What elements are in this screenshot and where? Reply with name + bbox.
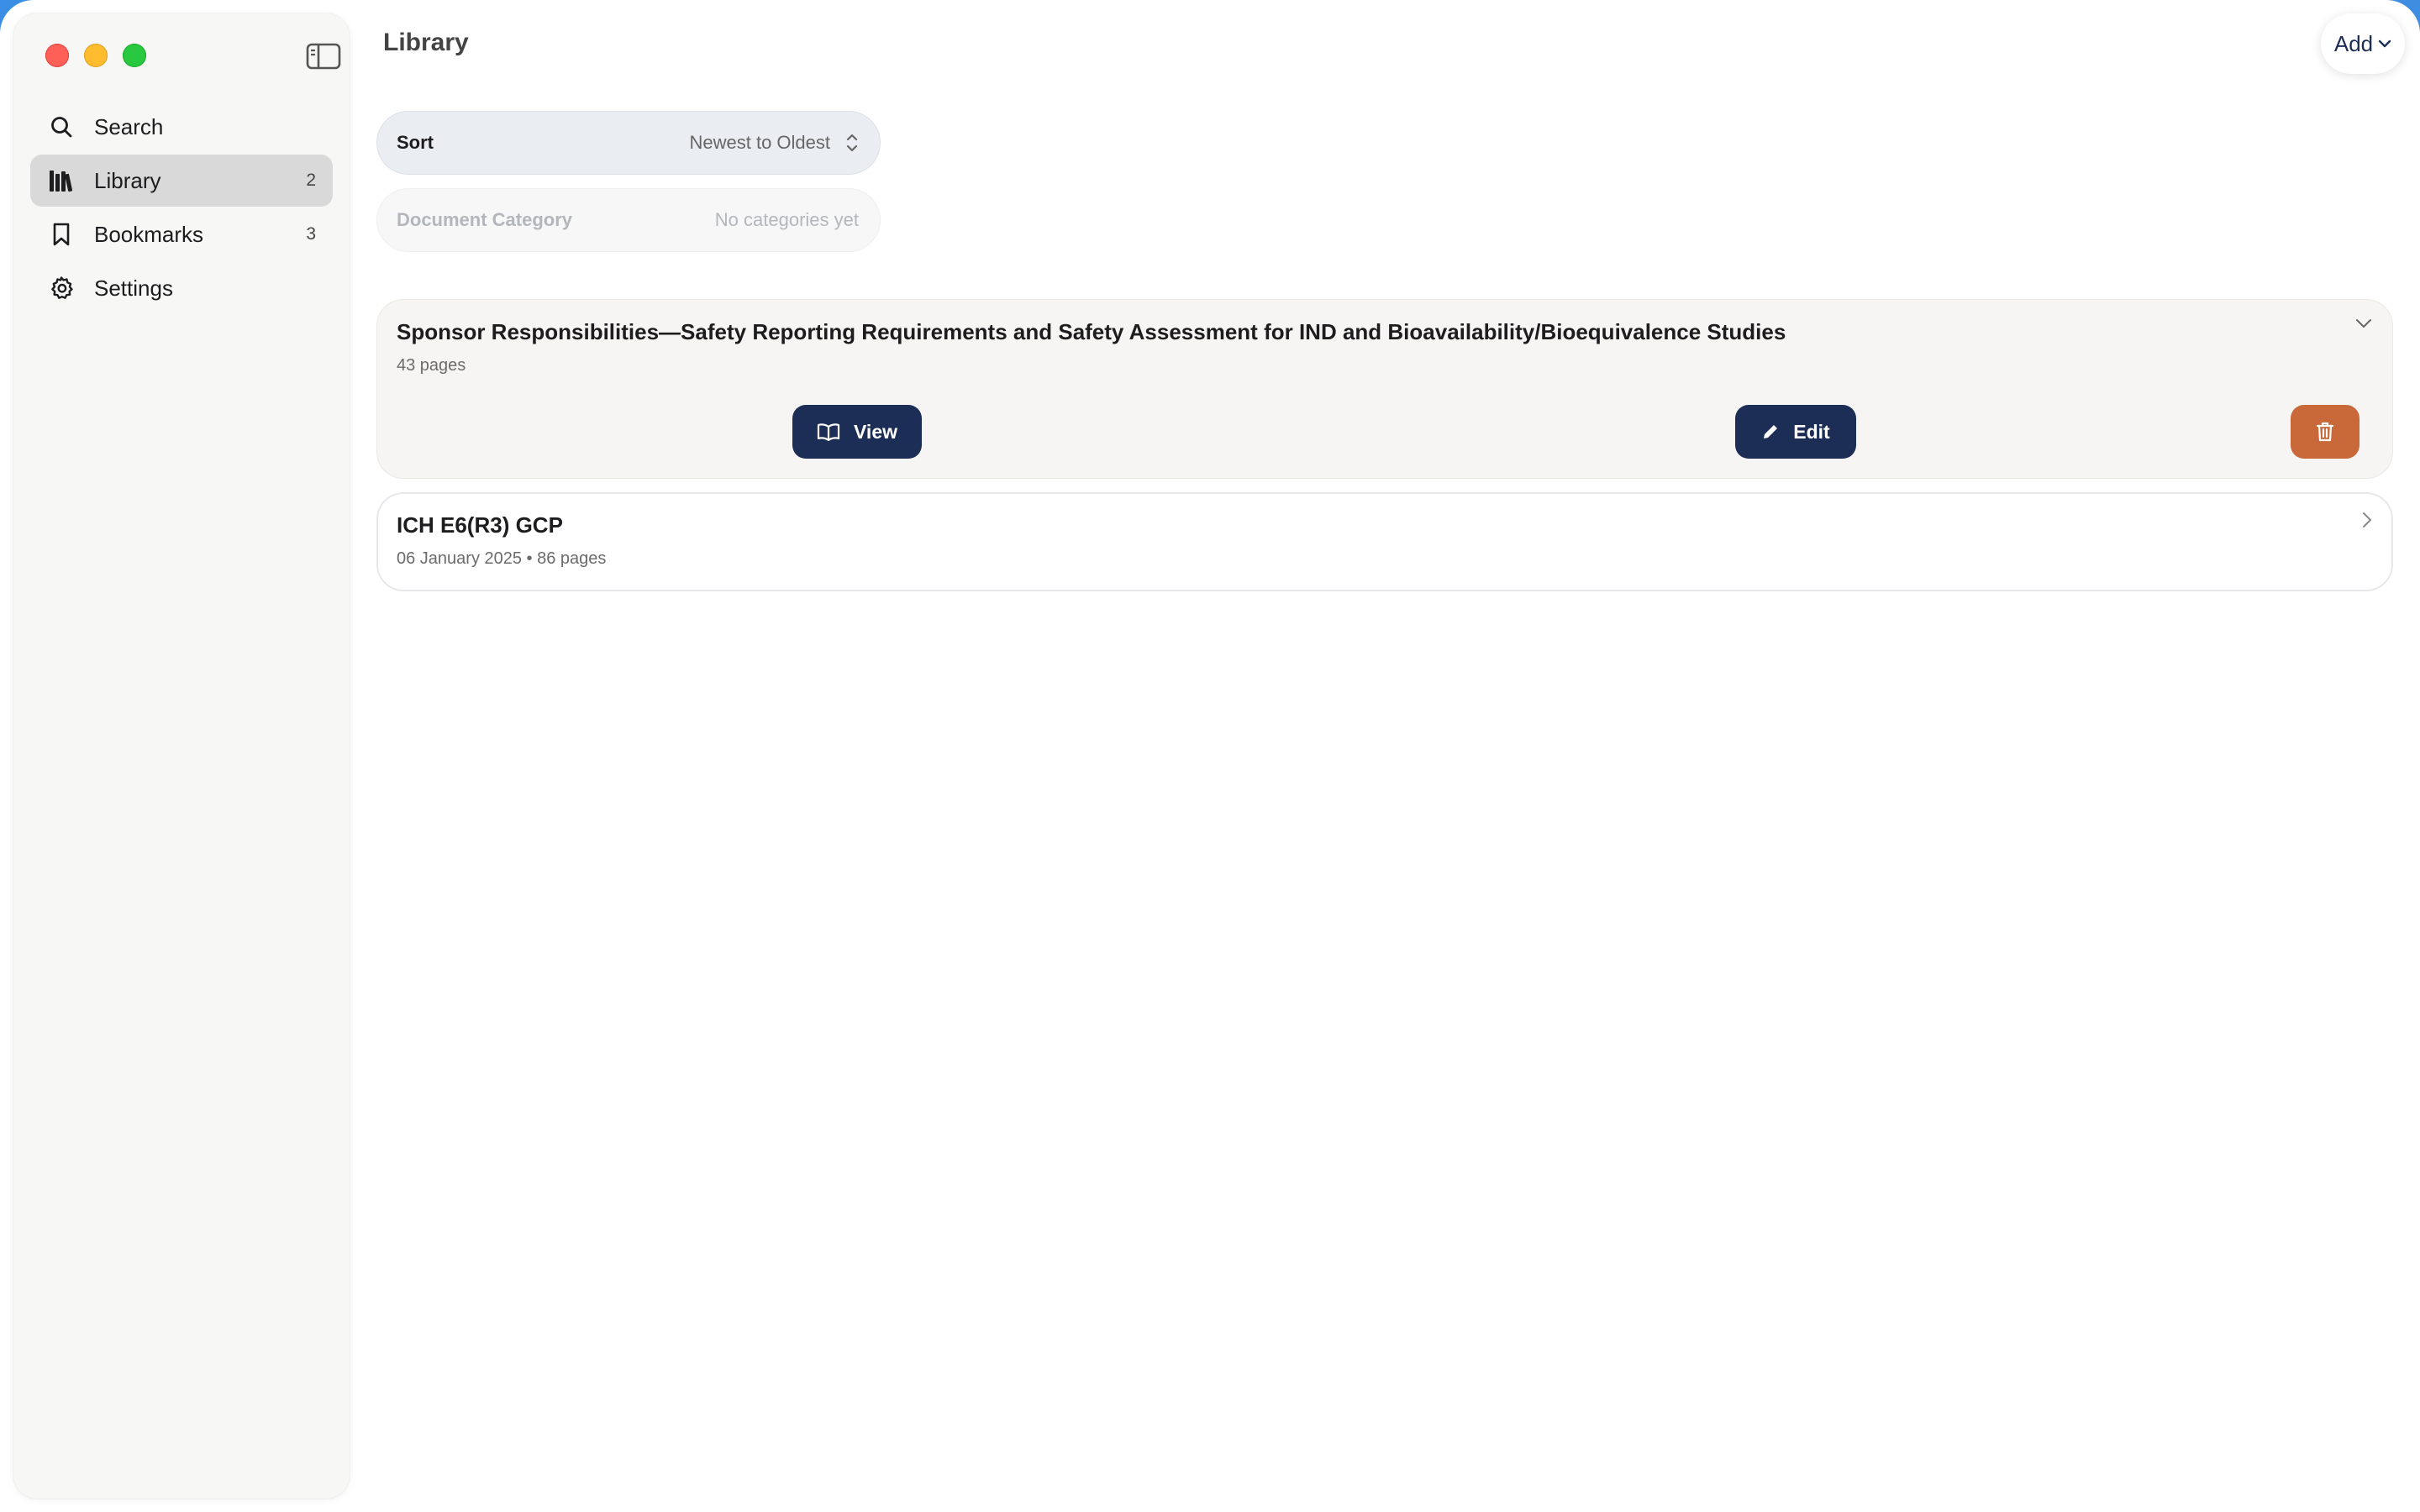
window-controls [45, 44, 146, 67]
sidebar-item-bookmarks[interactable]: Bookmarks 3 [30, 208, 333, 260]
app-window: Search Library 2 Bookmarks 3 Settings Li… [0, 0, 2420, 1512]
category-label: Document Category [397, 209, 573, 230]
sidebar-item-count: 2 [306, 171, 316, 190]
chevron-down-icon[interactable] [2354, 318, 2373, 333]
sidebar-item-label: Search [94, 113, 164, 139]
sidebar-item-label: Bookmarks [94, 221, 204, 247]
sidebar: Search Library 2 Bookmarks 3 Settings [13, 13, 350, 1499]
category-value: No categories yet [714, 209, 859, 230]
document-category-select: Document Category No categories yet [376, 188, 881, 252]
chevron-down-icon [2378, 39, 2391, 48]
document-title: Sponsor Responsibilities—Safety Reportin… [397, 319, 1786, 344]
view-button-label: View [854, 420, 897, 443]
sidebar-nav: Search Library 2 Bookmarks 3 Settings [30, 101, 333, 316]
bookmark-icon [49, 222, 74, 247]
minimize-window-button[interactable] [84, 44, 108, 67]
edit-button[interactable]: Edit [1735, 405, 1856, 459]
document-meta: 06 January 2025 • 86 pages [397, 549, 607, 568]
edit-button-label: Edit [1793, 420, 1830, 443]
chevron-right-icon[interactable] [2361, 511, 2373, 533]
pencil-icon [1764, 425, 1778, 438]
trash-icon [2316, 422, 2334, 442]
close-window-button[interactable] [45, 44, 69, 67]
sidebar-toggle-icon[interactable] [306, 42, 341, 71]
maximize-window-button[interactable] [123, 44, 146, 67]
chevron-up-down-icon [846, 134, 858, 152]
sort-value: Newest to Oldest [689, 132, 830, 153]
document-card[interactable]: ICH E6(R3) GCP 06 January 2025 • 86 page… [376, 492, 2393, 591]
sort-label: Sort [397, 132, 434, 153]
sidebar-item-label: Settings [94, 275, 173, 301]
sidebar-item-count: 3 [306, 224, 316, 244]
gear-icon [49, 276, 74, 301]
delete-button[interactable] [2291, 405, 2360, 459]
library-icon [49, 168, 74, 193]
sidebar-item-label: Library [94, 167, 161, 193]
sidebar-item-search[interactable]: Search [30, 101, 333, 153]
sidebar-item-settings[interactable]: Settings [30, 262, 333, 314]
document-card[interactable]: Sponsor Responsibilities—Safety Reportin… [376, 299, 2393, 479]
view-button[interactable]: View [792, 405, 922, 459]
add-button-label: Add [2333, 30, 2374, 56]
sidebar-item-library[interactable]: Library 2 [30, 155, 333, 207]
page-title: Library [383, 29, 469, 56]
book-open-icon [817, 423, 840, 441]
sort-select[interactable]: Sort Newest to Oldest [376, 111, 881, 175]
document-title: ICH E6(R3) GCP [397, 512, 563, 538]
search-icon [49, 114, 74, 139]
add-button[interactable]: Add [2321, 13, 2405, 74]
document-meta: 43 pages [397, 356, 466, 375]
